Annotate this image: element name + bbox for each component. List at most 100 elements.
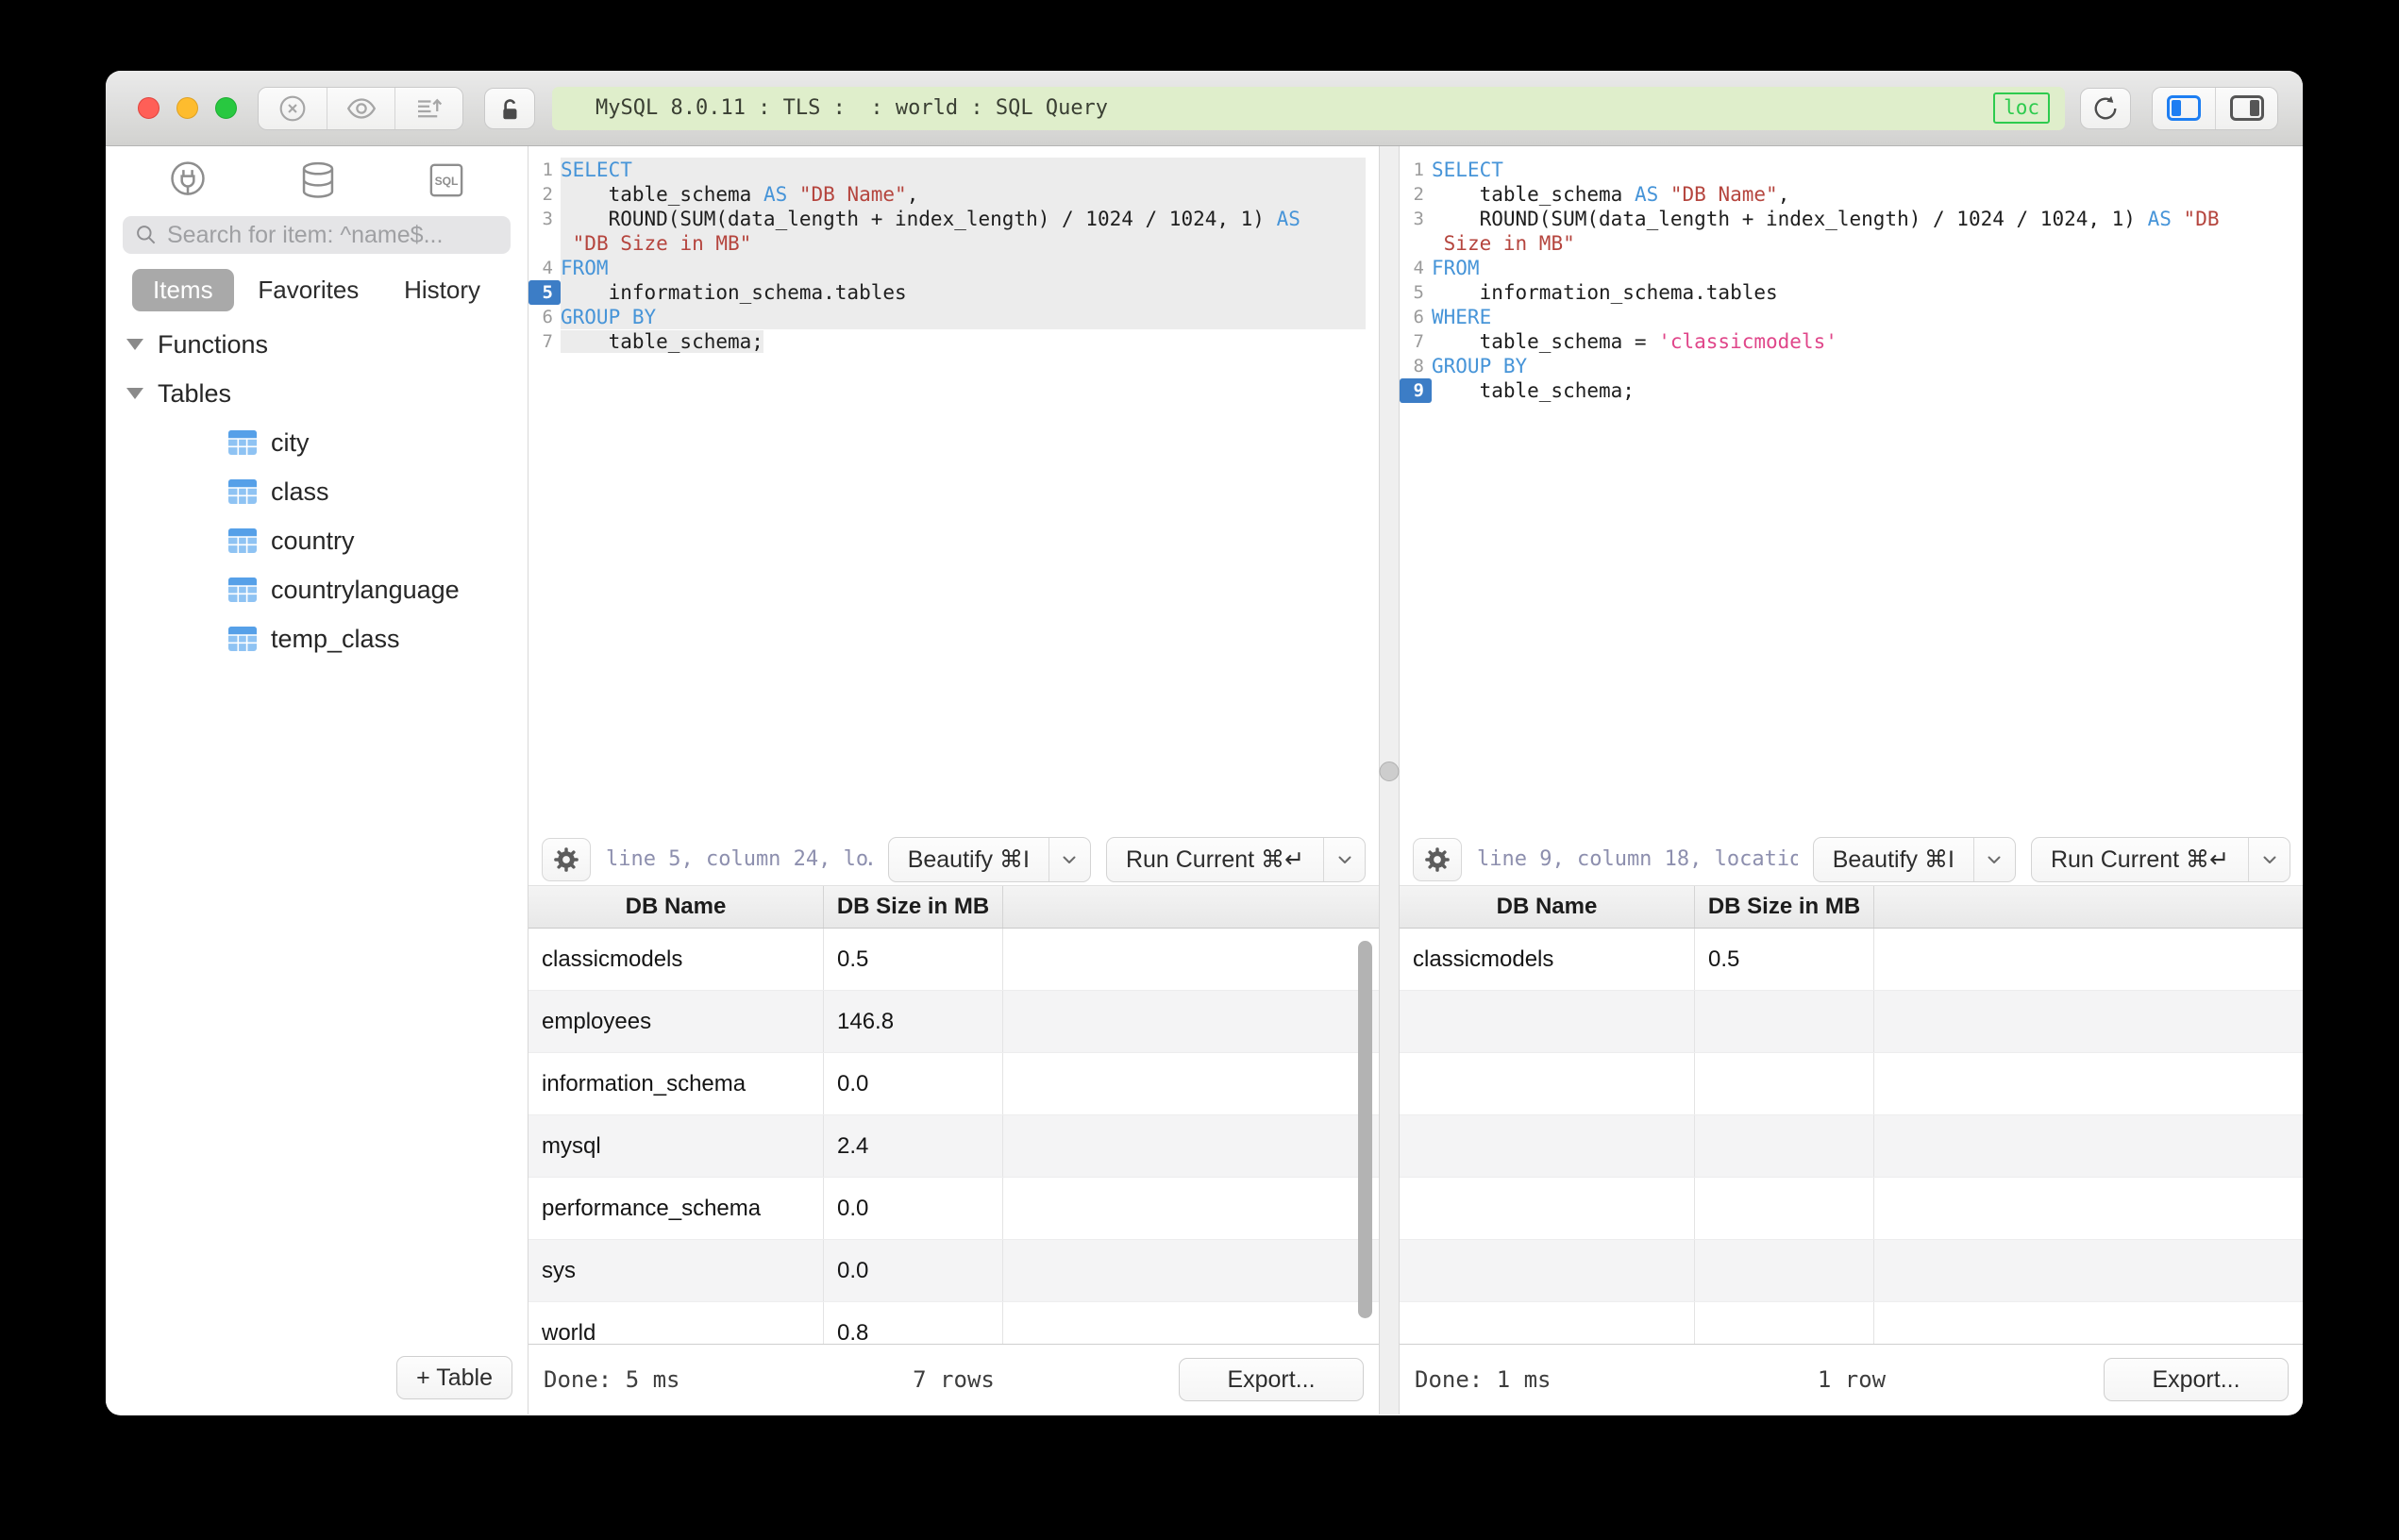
beautify-button[interactable]: Beautify ⌘I (1814, 838, 1973, 881)
preview-button[interactable] (327, 88, 394, 129)
line-number: 4 (1400, 256, 1432, 280)
code-text: table_schema; (1432, 378, 2296, 403)
database-button[interactable] (296, 159, 340, 202)
code-line-row[interactable]: 9 table_schema; (1400, 378, 2303, 403)
table-row[interactable]: world0.8 (528, 1302, 1379, 1344)
export-button[interactable]: Export... (2104, 1358, 2289, 1401)
gear-icon (1422, 845, 1452, 875)
zoom-window-button[interactable] (215, 97, 237, 119)
sidebar-item-country[interactable]: country (106, 516, 528, 565)
code-line-row[interactable]: 2 table_schema AS "DB Name", (528, 182, 1379, 207)
code-line-row[interactable]: 8GROUP BY (1400, 354, 2303, 378)
chevron-down-icon (1058, 848, 1081, 871)
table-name: country (271, 527, 355, 556)
query-status: Done: 5 ms (544, 1366, 680, 1393)
cursor-position: line 9, column 18, locatio… (1477, 847, 1798, 871)
disclosure-triangle-icon[interactable] (126, 388, 143, 399)
column-header[interactable]: DB Size in MB (1695, 886, 1874, 928)
refresh-button[interactable] (2080, 88, 2131, 129)
table-row[interactable]: mysql2.4 (528, 1115, 1379, 1178)
table-row[interactable]: classicmodels0.5 (528, 929, 1379, 991)
line-number: 5 (1400, 280, 1432, 305)
sidebar-item-temp_class[interactable]: temp_class (106, 614, 528, 663)
sidebar-item-class[interactable]: class (106, 467, 528, 516)
connection-button[interactable] (166, 159, 210, 202)
code-text: FROM (1432, 256, 2296, 280)
code-line-row[interactable]: 7 table_schema = 'classicmodels' (1400, 329, 2303, 354)
log-export-button[interactable] (394, 88, 462, 129)
table-grid-icon (228, 528, 257, 553)
beautify-options-button[interactable] (1049, 838, 1090, 881)
table-row[interactable]: employees146.8 (528, 991, 1379, 1053)
code-text: table_schema AS "DB Name", (561, 182, 1366, 207)
code-line-row[interactable]: 6WHERE (1400, 305, 2303, 329)
table-row-empty[interactable] (1400, 1053, 2303, 1115)
code-line-row[interactable]: 6GROUP BY (528, 305, 1379, 329)
run-current-button[interactable]: Run Current ⌘↵ (2032, 838, 2248, 881)
table-cell-filler (1874, 1302, 2303, 1344)
code-line-row[interactable]: "DB Size in MB" (528, 231, 1379, 256)
disclosure-triangle-icon[interactable] (126, 339, 143, 350)
tree-section-tables[interactable]: Tables (106, 369, 528, 418)
divider-handle-icon[interactable] (1380, 762, 1400, 781)
query-pane-right: 1SELECT2 table_schema AS "DB Name",3 ROU… (1400, 146, 2303, 1414)
beautify-button[interactable]: Beautify ⌘I (889, 838, 1049, 881)
sidebar-item-city[interactable]: city (106, 418, 528, 467)
table-row[interactable]: classicmodels0.5 (1400, 929, 2303, 991)
code-line-row[interactable]: 3 ROUND(SUM(data_length + index_length) … (1400, 207, 2303, 231)
line-number: 1 (528, 158, 561, 182)
minimize-window-button[interactable] (176, 97, 198, 119)
results-scrollbar[interactable] (1358, 941, 1372, 1318)
editor-settings-button[interactable] (542, 838, 591, 881)
sql-query-button[interactable]: SQL (426, 159, 467, 201)
close-window-button[interactable] (138, 97, 159, 119)
run-options-button[interactable] (1323, 838, 1365, 881)
beautify-options-button[interactable] (1973, 838, 2015, 881)
line-number: 3 (528, 207, 561, 231)
sql-editor-right[interactable]: 1SELECT2 table_schema AS "DB Name",3 ROU… (1400, 146, 2303, 833)
code-line-row[interactable]: 3 ROUND(SUM(data_length + index_length) … (528, 207, 1379, 231)
table-row-empty[interactable] (1400, 991, 2303, 1053)
table-row-empty[interactable] (1400, 1302, 2303, 1344)
editor-settings-button[interactable] (1413, 838, 1462, 881)
code-text: table_schema AS "DB Name", (1432, 182, 2296, 207)
table-row-empty[interactable] (1400, 1115, 2303, 1178)
run-current-button[interactable]: Run Current ⌘↵ (1107, 838, 1323, 881)
column-header[interactable]: DB Size in MB (824, 886, 1003, 928)
code-line-row[interactable]: 4FROM (1400, 256, 2303, 280)
tab-favorites[interactable]: Favorites (237, 269, 379, 311)
tab-items[interactable]: Items (132, 269, 234, 311)
tab-history[interactable]: History (383, 269, 501, 311)
toggle-right-sidebar-button[interactable] (2215, 88, 2277, 129)
lock-button[interactable] (484, 88, 535, 129)
code-line-row[interactable]: 1SELECT (1400, 158, 2303, 182)
line-number: 6 (1400, 305, 1432, 329)
column-header[interactable]: DB Name (528, 886, 824, 928)
code-line-row[interactable]: 4FROM (528, 256, 1379, 280)
code-line-row[interactable]: 7 table_schema; (528, 329, 1379, 354)
table-row-empty[interactable] (1400, 1240, 2303, 1302)
pane-divider[interactable] (1379, 146, 1400, 1414)
connection-title-field: MySQL 8.0.11 : TLS : : world : SQL Query… (552, 87, 2065, 130)
run-split-button: Run Current ⌘↵ (1106, 837, 1366, 882)
toggle-left-sidebar-button[interactable] (2153, 88, 2215, 129)
table-row[interactable]: sys0.0 (528, 1240, 1379, 1302)
code-line-row[interactable]: 1SELECT (528, 158, 1379, 182)
code-line-row[interactable]: 5 information_schema.tables (1400, 280, 2303, 305)
code-line-row[interactable]: 5 information_schema.tables (528, 280, 1379, 305)
run-options-button[interactable] (2248, 838, 2290, 881)
search-input[interactable]: Search for item: ^name$... (123, 216, 511, 254)
add-table-button[interactable]: + Table (396, 1356, 512, 1399)
table-row-empty[interactable] (1400, 1178, 2303, 1240)
table-row[interactable]: information_schema0.0 (528, 1053, 1379, 1115)
table-row[interactable]: performance_schema0.0 (528, 1178, 1379, 1240)
column-header[interactable]: DB Name (1400, 886, 1695, 928)
table-cell: world (528, 1302, 824, 1344)
code-line-row[interactable]: 2 table_schema AS "DB Name", (1400, 182, 2303, 207)
sidebar-item-countrylanguage[interactable]: countrylanguage (106, 565, 528, 614)
tree-section-functions[interactable]: Functions (106, 320, 528, 369)
close-connection-button[interactable] (259, 88, 327, 129)
export-button[interactable]: Export... (1179, 1358, 1364, 1401)
sql-editor-left[interactable]: 1SELECT2 table_schema AS "DB Name",3 ROU… (528, 146, 1379, 833)
code-line-row[interactable]: Size in MB" (1400, 231, 2303, 256)
